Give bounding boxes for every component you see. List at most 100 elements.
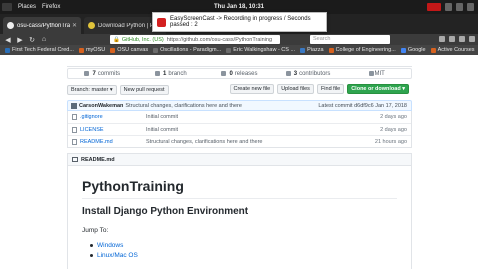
system-tray — [427, 3, 474, 11]
file-age: 2 days ago — [380, 126, 407, 133]
bookmark-item[interactable]: myOSU — [78, 47, 105, 53]
bookmark-favicon-icon — [430, 47, 436, 53]
github-favicon-icon — [7, 22, 14, 29]
url-text: https://github.com/osu-cass/PythonTraini… — [166, 36, 272, 43]
github-repo-page: 7 commits 1 branch 0 releases 3 contributors… — [0, 55, 478, 269]
readme-header: README.md — [68, 154, 411, 166]
bookmark-item[interactable]: Active Courses — [430, 47, 475, 53]
clock: Thu Jan 18, 10:31 — [213, 4, 265, 10]
file-name-link[interactable]: .gitignore — [80, 114, 146, 120]
bookmark-favicon-icon — [78, 47, 84, 53]
volume-icon[interactable] — [456, 3, 463, 11]
readme-filename: README.md — [81, 156, 115, 163]
releases-link[interactable]: 0 releases — [205, 69, 274, 78]
bookmark-star-icon[interactable] — [439, 36, 445, 42]
file-row: .gitignore Initial commit 2 days ago — [68, 111, 411, 123]
firefox-app-menu[interactable]: Firefox — [42, 4, 60, 10]
bookmarks-toolbar: First Tech Federal Cred... myOSU OSU can… — [0, 45, 478, 55]
file-navigation: Branch: master ▾ New pull request Create… — [67, 84, 412, 95]
recording-indicator-icon[interactable] — [427, 3, 441, 11]
bookmark-favicon-icon — [226, 47, 232, 53]
reload-icon[interactable]: ↻ — [28, 36, 36, 44]
readme-subtitle: Install Django Python Environment — [82, 206, 249, 217]
power-icon[interactable] — [467, 3, 474, 11]
site-identity: GitHub, Inc. (US) — [121, 36, 164, 43]
file-name-link[interactable]: LICENSE — [80, 127, 146, 133]
find-file-button[interactable]: Find file — [316, 84, 345, 94]
toolbar-icons — [439, 36, 475, 42]
branch-link[interactable]: 1 branch — [137, 69, 206, 78]
network-icon[interactable] — [445, 3, 452, 11]
bookmark-item[interactable]: First Tech Federal Cred... — [5, 47, 74, 53]
notification-text: EasyScreenCast -> Recording in progress … — [170, 16, 311, 28]
divider — [82, 198, 397, 199]
list-item: Windows — [90, 240, 138, 250]
lock-icon[interactable]: 🔒 — [113, 37, 120, 43]
library-icon[interactable] — [449, 36, 455, 42]
latest-commit-bar: CarsonWakeman Structural changes, clarif… — [67, 100, 412, 111]
commits-link[interactable]: 7 commits — [68, 69, 137, 78]
file-icon — [72, 138, 77, 145]
law-icon — [368, 71, 374, 76]
places-menu[interactable]: Places — [18, 4, 36, 10]
tab-github-pythontraining[interactable]: osu-cass/PythonTraining ✕ — [3, 17, 81, 34]
home-icon[interactable]: ⌂ — [40, 36, 48, 43]
latest-commit-info[interactable]: Latest commit d6df9c6 Jan 17, 2018 — [318, 103, 407, 109]
file-icon — [72, 114, 77, 120]
navigation-bar: ◀ ▶ ↻ ⌂ 🔒 GitHub, Inc. (US) https://gith… — [0, 34, 478, 45]
upload-files-button[interactable]: Upload files — [277, 84, 314, 94]
repo-header-divider — [67, 55, 412, 67]
book-icon — [72, 157, 78, 162]
create-new-file-button[interactable]: Create new file — [229, 84, 275, 94]
recording-notification[interactable]: EasyScreenCast -> Recording in progress … — [152, 12, 327, 32]
bookmark-item[interactable]: Google — [400, 47, 426, 53]
linux-mac-link[interactable]: Linux/Mac OS — [97, 252, 138, 259]
file-age: 21 hours ago — [374, 138, 407, 145]
activities-icon[interactable] — [2, 3, 12, 11]
list-item: Linux/Mac OS — [90, 250, 138, 260]
back-icon[interactable]: ◀ — [4, 36, 12, 44]
clone-download-button[interactable]: Clone or download ▾ — [347, 84, 409, 94]
branch-select-button[interactable]: Branch: master ▾ — [67, 84, 117, 95]
file-row: LICENSE Initial commit 2 days ago — [68, 123, 411, 135]
bullet-icon — [90, 243, 93, 247]
file-commit-message[interactable]: Initial commit — [146, 127, 178, 133]
bookmark-item[interactable]: Eric Walkingshaw - CS ... — [226, 47, 295, 53]
forward-icon[interactable]: ▶ — [16, 36, 24, 44]
bookmark-item[interactable]: College of Engineering... — [328, 47, 396, 53]
file-list: .gitignore Initial commit 2 days ago LIC… — [67, 111, 412, 148]
screencast-icon — [157, 17, 166, 27]
downloads-icon[interactable] — [459, 36, 465, 42]
python-favicon-icon — [88, 22, 95, 29]
commits-icon — [84, 71, 90, 76]
file-commit-message[interactable]: Structural changes, clarifications here … — [146, 139, 262, 145]
windows-link[interactable]: Windows — [97, 242, 123, 249]
license-link[interactable]: MIT — [342, 69, 411, 78]
bookmark-item[interactable]: Piazza — [300, 47, 324, 53]
tab-title: osu-cass/PythonTraining — [17, 22, 70, 29]
bookmark-item[interactable]: Oscillations - Paradigm... — [153, 47, 221, 53]
bookmark-item[interactable]: OSU canvas — [110, 47, 148, 53]
people-icon — [285, 71, 291, 76]
file-name-link[interactable]: README.md — [80, 139, 146, 145]
contributors-link[interactable]: 3 contributors — [274, 69, 343, 78]
avatar[interactable] — [71, 102, 77, 109]
address-bar[interactable]: 🔒 GitHub, Inc. (US) https://github.com/o… — [110, 35, 280, 44]
close-tab-icon[interactable]: ✕ — [72, 22, 77, 29]
tag-icon — [221, 71, 227, 76]
file-row: README.md Structural changes, clarificat… — [68, 135, 411, 147]
file-commit-message[interactable]: Initial commit — [146, 114, 178, 120]
file-icon — [72, 126, 77, 133]
new-pull-request-button[interactable]: New pull request — [119, 84, 169, 95]
bookmark-favicon-icon — [110, 47, 116, 53]
commit-author[interactable]: CarsonWakeman — [79, 103, 123, 109]
menu-icon[interactable] — [469, 36, 475, 42]
readme-panel: README.md PythonTraining Install Django … — [67, 153, 412, 269]
repo-summary-bar: 7 commits 1 branch 0 releases 3 contributors… — [67, 68, 412, 79]
branch-icon — [155, 71, 161, 76]
jump-to-label: Jump To: — [82, 227, 109, 234]
commit-message[interactable]: Structural changes, clarifications here … — [125, 103, 241, 109]
bookmark-favicon-icon — [153, 47, 159, 53]
search-input[interactable]: Search — [310, 35, 390, 44]
bookmark-favicon-icon — [300, 47, 306, 53]
